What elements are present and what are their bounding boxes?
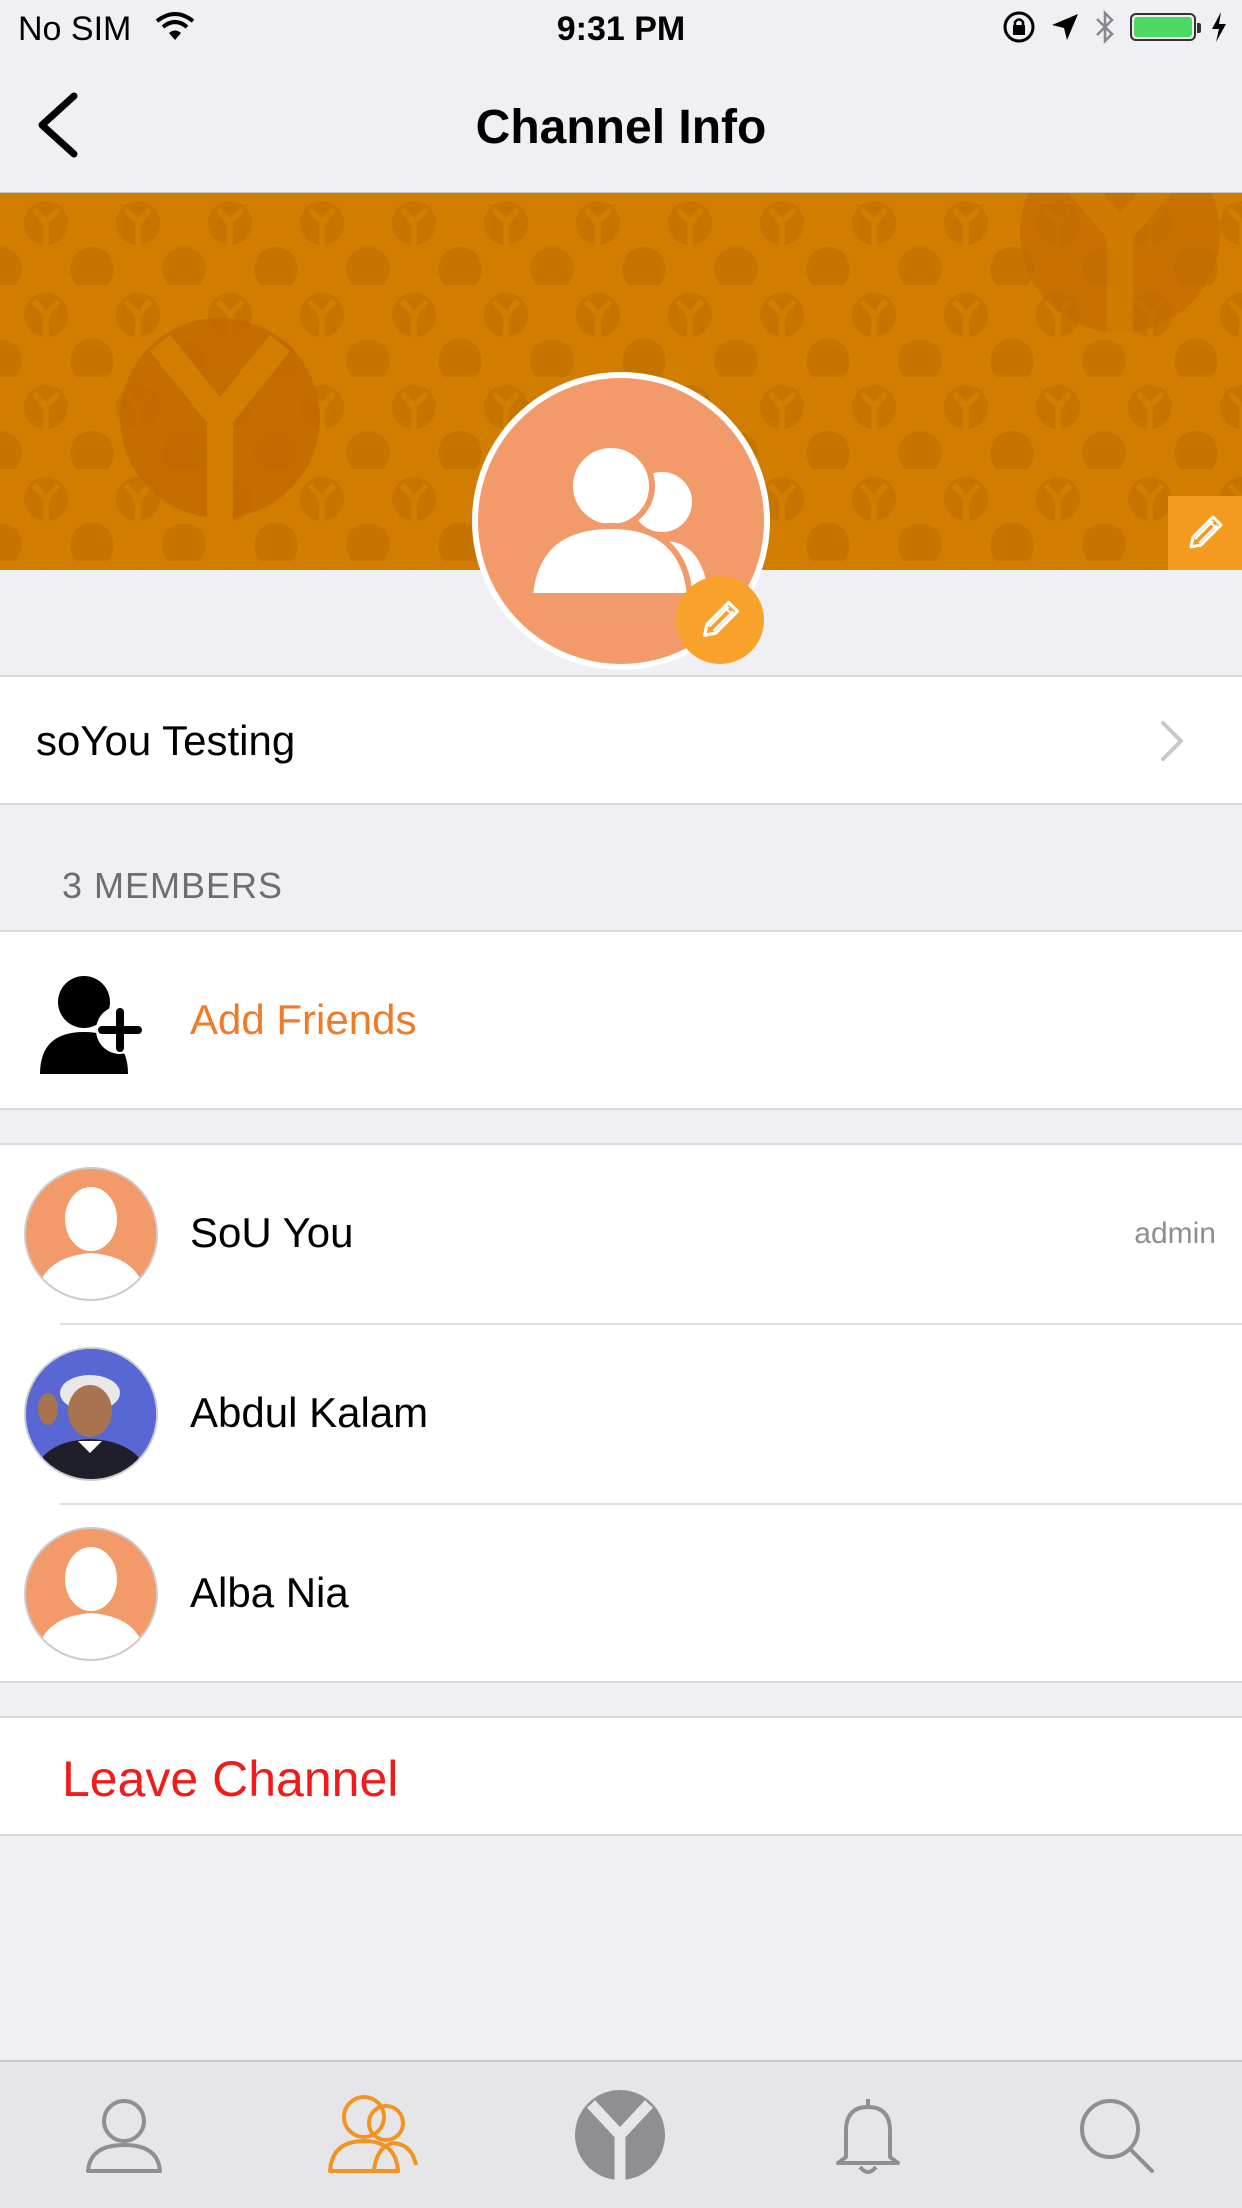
add-friends-label: Add Friends [190, 996, 417, 1043]
member-photo [24, 1347, 158, 1481]
member-row[interactable]: Alba Nia [0, 1505, 1242, 1685]
status-right-icons [1002, 10, 1228, 44]
add-friends-row[interactable]: Add Friends [0, 930, 1242, 1110]
tab-notifications[interactable] [744, 2062, 992, 2208]
battery-icon [1130, 13, 1201, 41]
default-person-icon [24, 1527, 158, 1661]
member-name: Abdul Kalam [190, 1389, 429, 1436]
tab-profile[interactable] [0, 2062, 248, 2208]
tab-home[interactable] [496, 2062, 744, 2208]
member-row[interactable]: SoU You admin [0, 1145, 1242, 1325]
profile-icon [86, 2099, 162, 2173]
channel-name-row[interactable]: soYou Testing [0, 675, 1242, 805]
bell-icon [836, 2099, 900, 2174]
page-title: Channel Info [475, 101, 767, 154]
navigation-bar: Channel Info [0, 60, 1242, 194]
soyou-logo-icon [575, 2090, 665, 2180]
tab-bar [0, 2060, 1242, 2208]
member-name: SoU You [190, 1209, 354, 1256]
member-row[interactable]: Abdul Kalam [0, 1325, 1242, 1505]
edit-avatar-button[interactable] [676, 576, 764, 664]
member-role-badge: admin [1134, 1217, 1216, 1250]
orientation-lock-icon [1003, 11, 1035, 43]
status-bar: No SIM 9:31 PM [0, 0, 1242, 60]
location-arrow-icon [1052, 14, 1078, 40]
tab-search[interactable] [992, 2062, 1240, 2208]
edit-cover-button[interactable] [1168, 496, 1242, 570]
leave-channel-button[interactable]: Leave Channel [0, 1716, 1242, 1836]
channel-name: soYou Testing [36, 717, 296, 764]
member-name: Alba Nia [190, 1569, 349, 1616]
group-icon [328, 2095, 418, 2173]
charging-bolt-icon [1212, 12, 1226, 42]
member-list: SoU You admin Abdul Kalam Alba Nia [0, 1143, 1242, 1683]
leave-channel-label: Leave Channel [62, 1751, 399, 1807]
tab-groups[interactable] [248, 2062, 496, 2208]
search-icon [1080, 2099, 1154, 2173]
bluetooth-icon [1096, 10, 1114, 44]
members-count-header: 3 MEMBERS [62, 865, 284, 906]
add-person-icon [40, 976, 144, 1074]
default-person-icon [24, 1167, 158, 1301]
chevron-right-icon [1161, 721, 1183, 761]
pencil-icon [1189, 515, 1223, 549]
pencil-icon [703, 600, 740, 637]
